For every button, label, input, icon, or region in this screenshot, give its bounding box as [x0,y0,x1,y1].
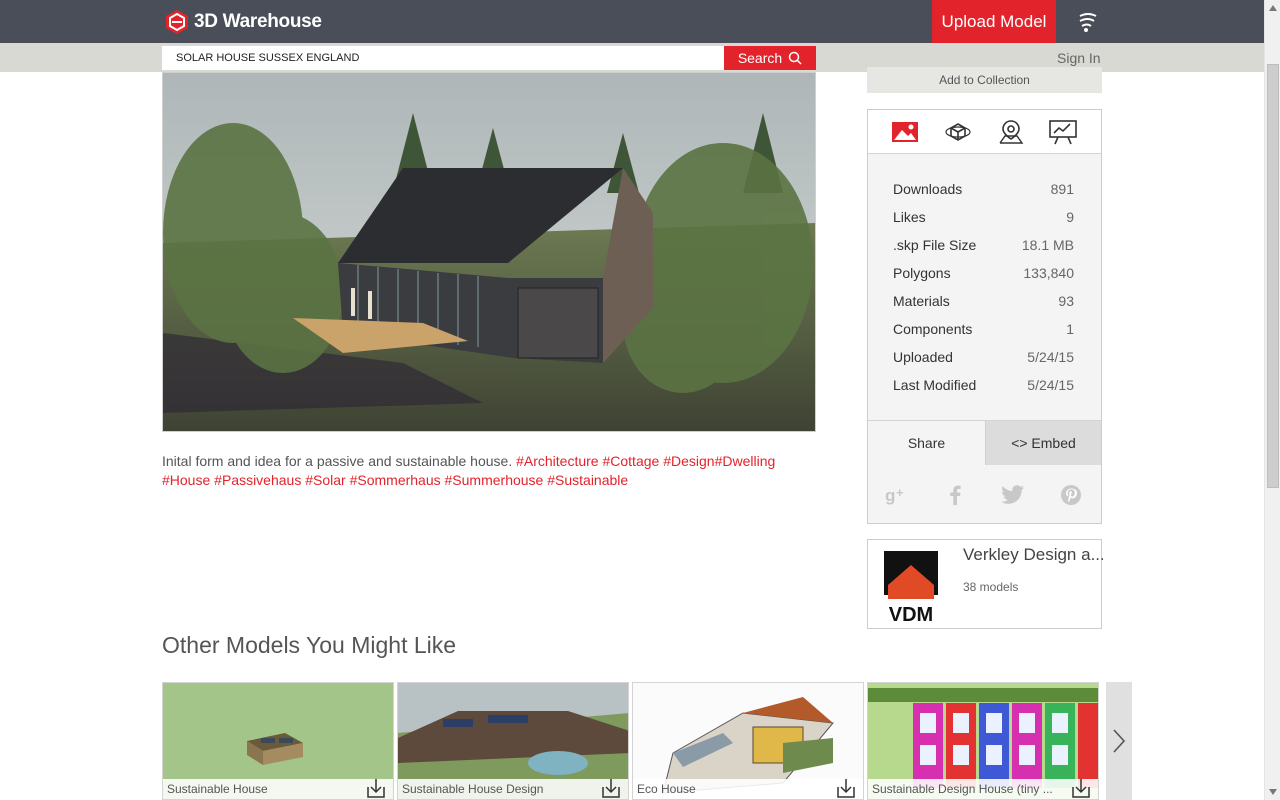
description-text: Inital form and idea for a passive and s… [162,453,513,469]
facebook-icon[interactable] [940,482,970,508]
sign-in-link[interactable]: Sign In [1057,50,1101,66]
stat-value: 93 [1058,293,1074,309]
tag-solar[interactable]: #Solar [305,472,345,488]
search-icon [788,51,802,65]
stat-label: Components [893,321,973,337]
3d-view-icon[interactable] [943,119,973,145]
add-to-collection-button[interactable]: Add to Collection [867,67,1102,93]
search-button[interactable]: Search [724,46,816,70]
search-input[interactable] [162,46,724,70]
stat-value: 9 [1066,209,1074,225]
download-icon[interactable] [365,777,387,799]
stat-label: .skp File Size [893,237,977,253]
image-icon[interactable] [890,119,920,145]
stat-label: Downloads [893,181,963,197]
stat-row-likes: Likes 9 [893,209,1074,229]
stat-label: Uploaded [893,349,953,365]
download-icon[interactable] [1070,777,1092,799]
twitter-icon[interactable] [998,482,1028,508]
stat-value: 133,840 [1023,265,1074,281]
author-card[interactable]: VDM Verkley Design a... 38 models [867,539,1103,629]
view-mode-bar [868,110,1101,154]
tag-sustainable[interactable]: #Sustainable [547,472,628,488]
model-preview-image[interactable] [162,72,816,432]
stat-value: 891 [1050,181,1074,197]
tag-architecture[interactable]: #Architecture [516,453,598,469]
stat-value: 1 [1066,321,1074,337]
stat-row-uploaded: Uploaded 5/24/15 [893,349,1074,369]
scroll-down-arrow-icon[interactable] [1265,784,1280,800]
upload-model-button[interactable]: Upload Model [932,0,1056,43]
signal-menu-icon[interactable] [1076,10,1100,34]
brand-name: 3D Warehouse [194,11,322,32]
warehouse-logo-icon [164,9,190,35]
tag-dwelling[interactable]: #Dwelling [715,453,776,469]
author-logo-text: VDM [889,604,933,623]
tab-embed[interactable]: <> Embed [985,421,1101,465]
related-model-card[interactable]: Sustainable House [162,682,394,800]
tag-cottage[interactable]: #Cottage [602,453,659,469]
stat-value: 5/24/15 [1027,349,1074,365]
tag-design[interactable]: #Design [663,453,714,469]
stat-label: Polygons [893,265,951,281]
pinterest-icon[interactable] [1056,482,1086,508]
model-description: Inital form and idea for a passive and s… [162,452,802,490]
related-models-title: Other Models You Might Like [162,632,457,658]
carousel-next-button[interactable] [1106,682,1132,800]
stat-value: 18.1 MB [1021,237,1074,253]
site-logo[interactable]: 3D Warehouse [164,8,322,36]
stat-row-downloads: Downloads 891 [893,181,1074,201]
related-model-label: Sustainable House Design [398,779,628,799]
related-model-label: Eco House [633,779,863,799]
top-navigation-bar: 3D Warehouse Upload Model [0,0,1264,43]
tag-sommerhaus[interactable]: #Sommerhaus [350,472,441,488]
presentation-icon[interactable] [1048,119,1078,145]
stat-row-file-size: .skp File Size 18.1 MB [893,237,1074,257]
download-icon[interactable] [835,777,857,799]
svg-text:+: + [896,485,904,500]
scrollbar-thumb[interactable] [1267,64,1279,488]
related-model-label: Sustainable House [163,779,393,799]
tag-summerhouse[interactable]: #Summerhouse [445,472,544,488]
stat-row-materials: Materials 93 [893,293,1074,313]
search-button-label: Search [737,50,783,66]
author-model-count: 38 models [963,580,1019,594]
download-icon[interactable] [600,777,622,799]
stat-label: Materials [893,293,950,309]
stat-row-last-modified: Last Modified 5/24/15 [893,377,1074,397]
location-icon[interactable] [996,119,1026,145]
stat-row-polygons: Polygons 133,840 [893,265,1074,285]
related-model-label: Sustainable Design House (tiny ... [868,779,1098,799]
google-plus-icon[interactable]: g + [882,482,912,508]
vertical-scrollbar[interactable] [1264,0,1280,800]
tag-passivehaus[interactable]: #Passivehaus [214,472,301,488]
tag-house[interactable]: #House [162,472,210,488]
related-model-card[interactable]: Sustainable House Design [397,682,629,800]
chevron-right-icon [1113,729,1126,753]
related-model-card[interactable]: Sustainable Design House (tiny ... [867,682,1099,800]
stat-row-components: Components 1 [893,321,1074,341]
model-stats-panel: Downloads 891 Likes 9 .skp File Size 18.… [867,109,1102,524]
author-logo[interactable]: VDM [884,551,938,626]
stat-value: 5/24/15 [1027,377,1074,393]
stat-label: Likes [893,209,926,225]
author-name[interactable]: Verkley Design a... [963,545,1103,565]
related-model-card[interactable]: Eco House [632,682,864,800]
scroll-up-arrow-icon[interactable] [1265,0,1280,16]
svg-text:g: g [885,486,895,505]
tab-share[interactable]: Share [868,421,985,465]
stat-label: Last Modified [893,377,977,393]
